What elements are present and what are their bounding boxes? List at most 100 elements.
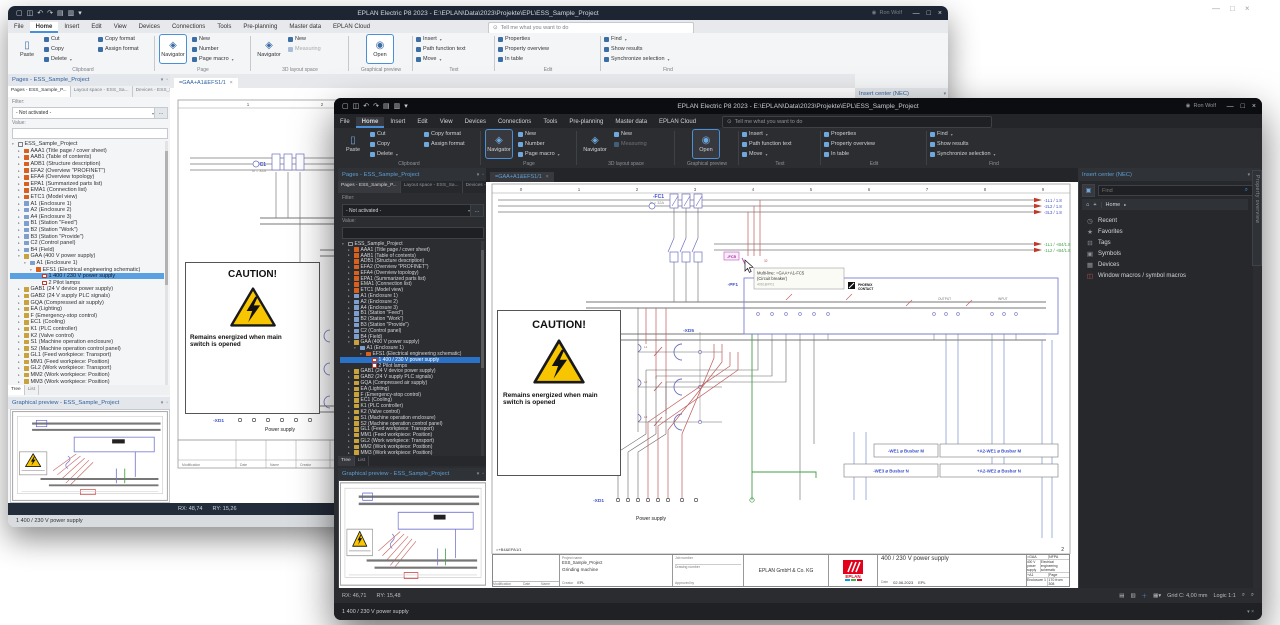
terminal-strip[interactable]: -XD1 Power supply (213, 418, 312, 433)
tree-item[interactable]: ▸ A4 (Enclosure 3) (10, 214, 164, 221)
move-button[interactable]: Move (416, 55, 466, 63)
title-bar[interactable]: ▢ ◫ ↶ ↷ ▤ ▥ ▾ EPLAN Electric P8 2023 - E… (8, 6, 948, 20)
tab-layout-space[interactable]: Layout space - ESS_Sa... (71, 86, 133, 97)
tab-devices[interactable]: Devices - ESS_Sample_... (463, 181, 486, 193)
page-new-button[interactable]: New (518, 130, 560, 138)
tab-pages[interactable]: Pages - ESS_Sample_P... (338, 181, 401, 193)
page-navigator-button[interactable]: ◈ Navigator (486, 130, 512, 158)
text-insert-button[interactable]: Insert (742, 130, 792, 138)
pages-panel-header[interactable]: Pages - ESS_Sample_Project ▾▫× (8, 74, 178, 86)
tab-devices[interactable]: Devices (133, 22, 166, 33)
tab-insert[interactable]: Insert (58, 22, 85, 33)
tree-item[interactable]: ▸ K1 (PLC controller) (10, 326, 164, 333)
panel-dropdown-icon[interactable]: ▾ (161, 400, 164, 406)
minimize-icon[interactable]: — (1212, 4, 1220, 13)
tree-item[interactable]: ▸ GAB2 (24 V supply PLC signals) (10, 293, 164, 300)
space-navigator-button[interactable]: ◈ Navigator (582, 130, 608, 158)
tab-eplan-cloud[interactable]: EPLAN Cloud (653, 117, 702, 128)
page-navigator-button[interactable]: ◈ Navigator (160, 35, 186, 63)
tree-item[interactable]: ▾ ESS_Sample_Project (10, 141, 164, 148)
maximize-icon[interactable]: □ (927, 10, 931, 17)
graphical-preview-header[interactable]: Graphical preview - ESS_Sample_Project ▾… (8, 397, 178, 409)
tree-item[interactable]: ▸ ETC1 (Model view) (10, 194, 164, 201)
value-input[interactable] (12, 128, 168, 139)
show-results-button[interactable]: Show results (930, 140, 996, 148)
close-icon[interactable]: × (938, 10, 942, 17)
tree-item[interactable]: ▸ EMA1 (Connection list) (10, 187, 164, 194)
minimize-icon[interactable]: — (1227, 103, 1234, 110)
tree-item[interactable]: ▸ K2 (Valve control) (10, 332, 164, 339)
zoom-out-icon[interactable]: ⌕ (1251, 592, 1254, 599)
delete-button[interactable]: Delete (370, 150, 398, 158)
insert-center-item[interactable]: Tags (1080, 237, 1250, 248)
tree-item[interactable]: ▸ B1 (Station "Feed") (10, 220, 164, 227)
panel-dropdown-icon[interactable]: ▾ (1248, 172, 1251, 178)
tab-devices[interactable]: Devices (459, 117, 492, 128)
preview-open-button[interactable]: ◉ Open (367, 35, 393, 63)
close-icon[interactable]: × (1252, 103, 1256, 110)
title-bar[interactable]: ▢ ◫ ↶ ↷ ▤ ▥ ▾ EPLAN Electric P8 2023 - E… (334, 98, 1262, 114)
show-results-button[interactable]: Show results (604, 45, 670, 53)
tree-item[interactable]: ▸ GL2 (Work workpiece: Transport) (10, 365, 164, 372)
undo-icon[interactable]: ↶ (363, 102, 369, 110)
snap-icon[interactable]: ＋ (1142, 592, 1148, 600)
insert-center-mode-icon[interactable]: ▣ (1082, 184, 1095, 197)
redo-icon[interactable]: ↷ (47, 9, 53, 17)
page-prev-icon[interactable]: ▤ (1119, 593, 1124, 599)
tab-tree[interactable]: Tree (8, 385, 25, 395)
new-icon[interactable]: ▢ (342, 102, 349, 110)
space-navigator-button[interactable]: ◈ Navigator (256, 35, 282, 63)
tab-tree[interactable]: Tree (338, 456, 355, 466)
tab-edit[interactable]: Edit (411, 117, 433, 128)
properties-button[interactable]: Properties (498, 35, 549, 43)
panel-pin-icon[interactable]: ▫ (166, 77, 168, 83)
tree-item[interactable]: ▸ GQA (Compressed air supply) (10, 299, 164, 306)
breaker-fc1[interactable]: -FC1 In = 32A (649, 194, 702, 209)
page-macro-button[interactable]: Page macro (192, 55, 234, 63)
maximize-icon[interactable]: □ (1241, 103, 1245, 110)
tree-item[interactable]: ▸ GL1 (Feed workpiece: Transport) (10, 352, 164, 359)
settings-icon[interactable]: ▥ (68, 9, 75, 17)
tree-item[interactable]: ▸ AAB1 (Table of contents) (10, 154, 164, 161)
tab-pre-planning[interactable]: Pre-planning (237, 22, 283, 33)
tree-item[interactable]: ▸ AAA1 (Title page / cover sheet) (10, 148, 164, 155)
breaker-fc1[interactable]: -FC1 In = 32A (252, 154, 304, 173)
tab-connections[interactable]: Connections (166, 22, 211, 33)
tree-item[interactable]: ▸ EPA1 (Summarized parts list) (10, 181, 164, 188)
paste-button[interactable]: ▯ Paste (14, 35, 40, 63)
value-input[interactable] (342, 227, 484, 239)
cable-definitions[interactable]: -WE1 ⌀ Busbar M +A2-WE1 ⌀ Busbar M -WE3 … (844, 444, 1058, 477)
quick-access-toolbar[interactable]: ▢ ◫ ↶ ↷ ▤ ▥ ▾ (16, 9, 82, 17)
add-icon[interactable]: + (1093, 202, 1096, 208)
copy-format-button[interactable]: Copy format (98, 35, 139, 43)
insert-center-item[interactable]: Symbols (1080, 248, 1250, 259)
preview-open-button[interactable]: ◉ Open (693, 130, 719, 158)
insert-center-item[interactable]: Devices (1080, 259, 1250, 270)
in-table-button[interactable]: In table (824, 150, 875, 158)
insert-center-item[interactable]: Recent (1080, 215, 1250, 226)
property-overview-button[interactable]: Property overview (498, 45, 549, 53)
page-number-button[interactable]: Number (192, 45, 234, 53)
qat-dropdown-icon[interactable]: ▾ (404, 102, 408, 110)
filter-combo[interactable]: - Not activated -▾ (342, 204, 474, 217)
tab-pre-planning[interactable]: Pre-planning (563, 117, 609, 128)
tab-layout-space[interactable]: Layout space - ESS_Sa... (401, 181, 463, 193)
panel-dropdown-icon[interactable]: ▾ (477, 471, 480, 477)
zoom-in-icon[interactable]: ⌕ (1242, 592, 1245, 599)
tree-item[interactable]: ▸ MM3 (Work workpiece: Position) (10, 378, 164, 385)
insert-center-header[interactable]: Insert center (NEC) ▾× (1078, 168, 1260, 181)
tree-item[interactable]: ▸ MM1 (Feed workpiece: Position) (10, 359, 164, 366)
close-icon[interactable]: × (230, 80, 233, 86)
tree-scrollbar[interactable] (165, 141, 168, 385)
tree-item[interactable]: ▸ A2 (Enclosure 2) (10, 207, 164, 214)
tree-item[interactable]: ▸ EC1 (Cooling) (10, 319, 164, 326)
minimize-icon[interactable]: — (913, 10, 920, 17)
tree-item[interactable]: ▾ GAA (400 V power supply) (10, 253, 164, 260)
panel-pin-icon[interactable]: ▫ (482, 471, 484, 477)
tree-item[interactable]: 1 400 / 230 V power supply (10, 273, 164, 280)
panel-pin-icon[interactable]: ▫ (482, 172, 484, 178)
panel-pin-icon[interactable]: ▫ (166, 400, 168, 406)
tab-list[interactable]: List (25, 385, 39, 395)
tellme-search[interactable]: ⊙ Tell me what you want to do (722, 116, 992, 128)
insert-center-find-input[interactable] (1098, 185, 1254, 196)
